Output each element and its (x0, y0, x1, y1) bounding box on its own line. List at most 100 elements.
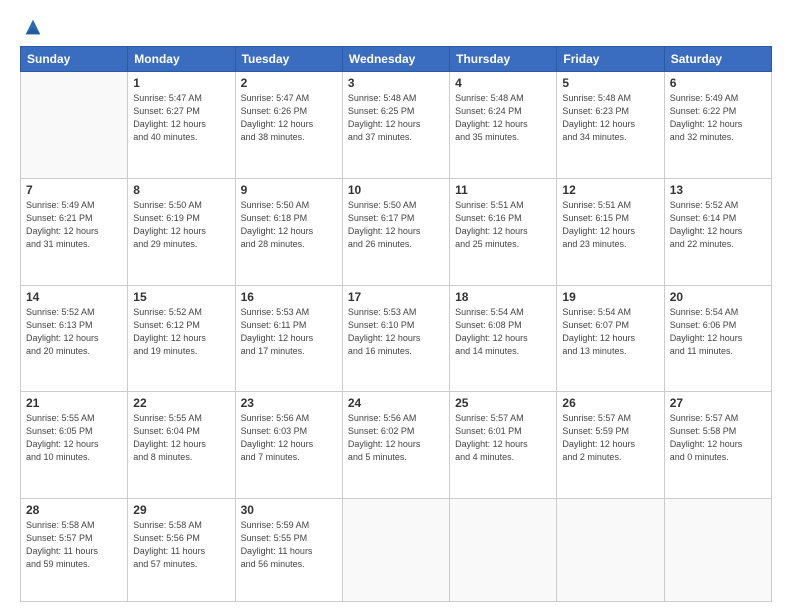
calendar-day-cell: 6 Sunrise: 5:49 AM Sunset: 6:22 PM Daylig… (664, 72, 771, 179)
day-number: 22 (133, 396, 229, 410)
calendar-day-cell: 2 Sunrise: 5:47 AM Sunset: 6:26 PM Daylig… (235, 72, 342, 179)
calendar-day-cell: 24 Sunrise: 5:56 AM Sunset: 6:02 PM Dayli… (342, 392, 449, 499)
calendar-day-cell: 8 Sunrise: 5:50 AM Sunset: 6:19 PM Daylig… (128, 178, 235, 285)
day-info: Sunrise: 5:58 AM Sunset: 5:56 PM Dayligh… (133, 519, 229, 571)
day-number: 28 (26, 503, 122, 517)
logo-icon (22, 16, 44, 38)
calendar-day-cell (664, 499, 771, 602)
weekday-header-tuesday: Tuesday (235, 47, 342, 72)
calendar-day-cell: 26Sunrise: 5:57 AM Sunset: 5:59 PM Dayli… (557, 392, 664, 499)
day-info: Sunrise: 5:58 AM Sunset: 5:57 PM Dayligh… (26, 519, 122, 571)
calendar-day-cell: 16 Sunrise: 5:53 AM Sunset: 6:11 PM Dayli… (235, 285, 342, 392)
weekday-header-saturday: Saturday (664, 47, 771, 72)
day-number: 27 (670, 396, 766, 410)
day-number: 19 (562, 290, 658, 304)
day-number: 30 (241, 503, 337, 517)
day-info: Sunrise: 5:47 AM Sunset: 6:27 PM Dayligh… (133, 92, 229, 144)
day-number: 20 (670, 290, 766, 304)
day-info: Sunrise: 5:56 AM Sunset: 6:03 PM Dayligh… (241, 412, 337, 464)
calendar-day-cell: 17 Sunrise: 5:53 AM Sunset: 6:10 PM Dayli… (342, 285, 449, 392)
day-info: Sunrise: 5:59 AM Sunset: 5:55 PM Dayligh… (241, 519, 337, 571)
day-number: 23 (241, 396, 337, 410)
day-info: Sunrise: 5:54 AM Sunset: 6:08 PM Dayligh… (455, 306, 551, 358)
day-number: 6 (670, 76, 766, 90)
weekday-header-friday: Friday (557, 47, 664, 72)
day-info: Sunrise: 5:49 AM Sunset: 6:22 PM Dayligh… (670, 92, 766, 144)
day-number: 1 (133, 76, 229, 90)
calendar-week-row: 28 Sunrise: 5:58 AM Sunset: 5:57 PM Dayli… (21, 499, 772, 602)
calendar-day-cell (21, 72, 128, 179)
calendar-day-cell: 10 Sunrise: 5:50 AM Sunset: 6:17 PM Dayli… (342, 178, 449, 285)
calendar-day-cell: 23 Sunrise: 5:56 AM Sunset: 6:03 PM Dayli… (235, 392, 342, 499)
logo (20, 18, 44, 36)
calendar-day-cell: 29 Sunrise: 5:58 AM Sunset: 5:56 PM Dayli… (128, 499, 235, 602)
day-number: 8 (133, 183, 229, 197)
day-info: Sunrise: 5:48 AM Sunset: 6:25 PM Dayligh… (348, 92, 444, 144)
calendar-week-row: 21 Sunrise: 5:55 AM Sunset: 6:05 PM Dayli… (21, 392, 772, 499)
day-info: Sunrise: 5:57 AM Sunset: 6:01 PM Dayligh… (455, 412, 551, 464)
calendar-day-cell: 27 Sunrise: 5:57 AM Sunset: 5:58 PM Dayli… (664, 392, 771, 499)
day-info: Sunrise: 5:52 AM Sunset: 6:12 PM Dayligh… (133, 306, 229, 358)
header (20, 18, 772, 36)
page: SundayMondayTuesdayWednesdayThursdayFrid… (0, 0, 792, 612)
day-number: 13 (670, 183, 766, 197)
day-number: 2 (241, 76, 337, 90)
calendar-day-cell: 25 Sunrise: 5:57 AM Sunset: 6:01 PM Dayli… (450, 392, 557, 499)
day-number: 25 (455, 396, 551, 410)
day-info: Sunrise: 5:54 AM Sunset: 6:07 PM Dayligh… (562, 306, 658, 358)
day-info: Sunrise: 5:57 AM Sunset: 5:59 PM Dayligh… (562, 412, 658, 464)
day-info: Sunrise: 5:53 AM Sunset: 6:10 PM Dayligh… (348, 306, 444, 358)
day-number: 11 (455, 183, 551, 197)
day-number: 4 (455, 76, 551, 90)
calendar-day-cell: 28 Sunrise: 5:58 AM Sunset: 5:57 PM Dayli… (21, 499, 128, 602)
calendar-week-row: 1 Sunrise: 5:47 AM Sunset: 6:27 PM Daylig… (21, 72, 772, 179)
day-number: 7 (26, 183, 122, 197)
calendar-day-cell: 18 Sunrise: 5:54 AM Sunset: 6:08 PM Dayli… (450, 285, 557, 392)
calendar-day-cell: 20Sunrise: 5:54 AM Sunset: 6:06 PM Dayli… (664, 285, 771, 392)
calendar-header-row: SundayMondayTuesdayWednesdayThursdayFrid… (21, 47, 772, 72)
calendar-day-cell: 13 Sunrise: 5:52 AM Sunset: 6:14 PM Dayli… (664, 178, 771, 285)
calendar-day-cell (557, 499, 664, 602)
day-info: Sunrise: 5:48 AM Sunset: 6:23 PM Dayligh… (562, 92, 658, 144)
calendar-day-cell: 7 Sunrise: 5:49 AM Sunset: 6:21 PM Daylig… (21, 178, 128, 285)
day-info: Sunrise: 5:50 AM Sunset: 6:18 PM Dayligh… (241, 199, 337, 251)
day-number: 29 (133, 503, 229, 517)
day-info: Sunrise: 5:55 AM Sunset: 6:05 PM Dayligh… (26, 412, 122, 464)
day-info: Sunrise: 5:51 AM Sunset: 6:16 PM Dayligh… (455, 199, 551, 251)
day-info: Sunrise: 5:52 AM Sunset: 6:14 PM Dayligh… (670, 199, 766, 251)
calendar-day-cell: 14Sunrise: 5:52 AM Sunset: 6:13 PM Dayli… (21, 285, 128, 392)
day-info: Sunrise: 5:57 AM Sunset: 5:58 PM Dayligh… (670, 412, 766, 464)
calendar-week-row: 7 Sunrise: 5:49 AM Sunset: 6:21 PM Daylig… (21, 178, 772, 285)
day-number: 9 (241, 183, 337, 197)
weekday-header-wednesday: Wednesday (342, 47, 449, 72)
day-info: Sunrise: 5:53 AM Sunset: 6:11 PM Dayligh… (241, 306, 337, 358)
day-info: Sunrise: 5:56 AM Sunset: 6:02 PM Dayligh… (348, 412, 444, 464)
day-number: 21 (26, 396, 122, 410)
calendar-day-cell: 11 Sunrise: 5:51 AM Sunset: 6:16 PM Dayli… (450, 178, 557, 285)
weekday-header-monday: Monday (128, 47, 235, 72)
calendar-day-cell (450, 499, 557, 602)
day-number: 15 (133, 290, 229, 304)
day-number: 18 (455, 290, 551, 304)
calendar-day-cell (342, 499, 449, 602)
day-info: Sunrise: 5:48 AM Sunset: 6:24 PM Dayligh… (455, 92, 551, 144)
calendar-day-cell: 12Sunrise: 5:51 AM Sunset: 6:15 PM Dayli… (557, 178, 664, 285)
day-info: Sunrise: 5:47 AM Sunset: 6:26 PM Dayligh… (241, 92, 337, 144)
day-info: Sunrise: 5:49 AM Sunset: 6:21 PM Dayligh… (26, 199, 122, 251)
day-info: Sunrise: 5:55 AM Sunset: 6:04 PM Dayligh… (133, 412, 229, 464)
day-info: Sunrise: 5:52 AM Sunset: 6:13 PM Dayligh… (26, 306, 122, 358)
day-info: Sunrise: 5:50 AM Sunset: 6:17 PM Dayligh… (348, 199, 444, 251)
day-number: 24 (348, 396, 444, 410)
day-number: 5 (562, 76, 658, 90)
calendar-day-cell: 4 Sunrise: 5:48 AM Sunset: 6:24 PM Daylig… (450, 72, 557, 179)
calendar-day-cell: 3Sunrise: 5:48 AM Sunset: 6:25 PM Daylig… (342, 72, 449, 179)
calendar-day-cell: 21 Sunrise: 5:55 AM Sunset: 6:05 PM Dayli… (21, 392, 128, 499)
calendar-day-cell: 22 Sunrise: 5:55 AM Sunset: 6:04 PM Dayli… (128, 392, 235, 499)
day-number: 12 (562, 183, 658, 197)
day-number: 10 (348, 183, 444, 197)
calendar-day-cell: 1 Sunrise: 5:47 AM Sunset: 6:27 PM Daylig… (128, 72, 235, 179)
calendar-day-cell: 5 Sunrise: 5:48 AM Sunset: 6:23 PM Daylig… (557, 72, 664, 179)
day-info: Sunrise: 5:50 AM Sunset: 6:19 PM Dayligh… (133, 199, 229, 251)
day-number: 16 (241, 290, 337, 304)
day-number: 17 (348, 290, 444, 304)
